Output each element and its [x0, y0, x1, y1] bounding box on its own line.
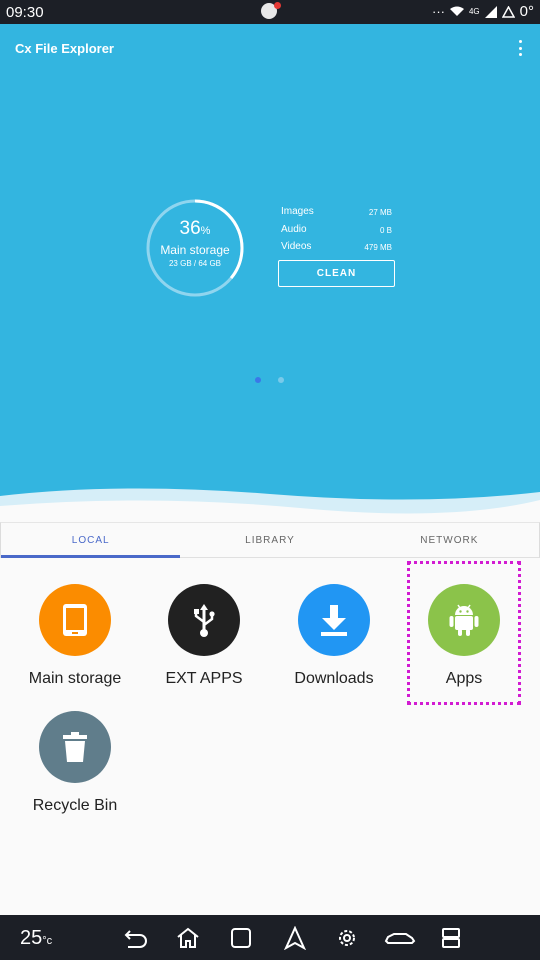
stat-value: 479 MB: [364, 243, 392, 252]
recycle-bin-item[interactable]: Recycle Bin: [10, 711, 140, 831]
more-dots-icon: ···: [431, 4, 445, 19]
car-icon[interactable]: [384, 925, 416, 951]
tablet-icon: [63, 604, 87, 636]
storage-label: Main storage: [160, 243, 230, 257]
stat-row-images: Images 27 MB: [281, 206, 392, 224]
storage-percent: 36%: [179, 218, 211, 239]
page-dot-active[interactable]: [255, 377, 261, 383]
recycle-bin-circle: [39, 711, 111, 783]
status-time: 09:30: [6, 4, 44, 21]
tab-local[interactable]: LOCAL: [1, 523, 181, 558]
app-title: Cx File Explorer: [15, 41, 114, 56]
trash-icon: [63, 732, 87, 762]
storage-overview-panel: Cx File Explorer 36% Main storage 23 GB …: [0, 24, 540, 524]
wifi-icon: [449, 6, 464, 16]
network-type: 4G: [468, 7, 480, 16]
split-screen-icon[interactable]: [438, 925, 464, 951]
page-indicator: [255, 377, 284, 383]
back-icon[interactable]: [123, 925, 149, 951]
media-stats: Images 27 MB Audio 0 B Videos 479 MB: [281, 206, 392, 259]
ext-apps-circle: [168, 584, 240, 656]
item-label: Downloads: [294, 670, 374, 687]
downloads-circle: [298, 584, 370, 656]
tab-network[interactable]: NETWORK: [360, 523, 539, 557]
stat-row-audio: Audio 0 B: [281, 224, 392, 242]
main-storage-circle: [39, 584, 111, 656]
tab-bar: LOCAL LIBRARY NETWORK: [0, 522, 540, 558]
main-storage-item[interactable]: Main storage: [10, 584, 140, 704]
signal-icon: [484, 5, 497, 18]
stat-label: Videos: [281, 241, 312, 252]
ext-apps-item[interactable]: EXT APPS: [139, 584, 269, 704]
status-icons: ··· 4G 0°: [432, 3, 534, 20]
wave-decoration: [0, 488, 540, 524]
status-temperature: 0°: [519, 3, 534, 20]
clean-button[interactable]: CLEAN: [278, 260, 395, 287]
stat-row-videos: Videos 479 MB: [281, 241, 392, 259]
tab-library[interactable]: LIBRARY: [180, 523, 359, 557]
overflow-menu-icon[interactable]: [516, 40, 524, 56]
item-label: Main storage: [28, 670, 122, 687]
storage-summary: 36% Main storage 23 GB / 64 GB: [145, 198, 245, 298]
usb-icon: [194, 604, 215, 637]
alert-triangle-icon: [501, 5, 515, 18]
notification-bell-icon: [261, 2, 281, 21]
system-nav-bar: 25°c: [0, 915, 540, 960]
download-icon: [321, 605, 347, 636]
selection-highlight: [407, 561, 521, 705]
storage-size: 23 GB / 64 GB: [168, 259, 222, 268]
stat-label: Images: [281, 206, 314, 217]
downloads-item[interactable]: Downloads: [269, 584, 399, 704]
status-bar: 09:30 ··· 4G 0°: [0, 0, 540, 24]
stat-value: 27 MB: [368, 208, 392, 217]
stat-label: Audio: [281, 223, 307, 235]
navigation-arrow-icon[interactable]: [282, 925, 308, 951]
recents-icon[interactable]: [228, 925, 254, 951]
page-dot[interactable]: [278, 377, 284, 383]
stat-value: 0 B: [379, 225, 392, 235]
home-icon[interactable]: [175, 925, 201, 951]
settings-gear-icon[interactable]: [334, 925, 360, 951]
nav-temperature: 25°c: [20, 927, 53, 949]
item-label: Recycle Bin: [32, 797, 118, 814]
item-label: EXT APPS: [165, 670, 243, 687]
